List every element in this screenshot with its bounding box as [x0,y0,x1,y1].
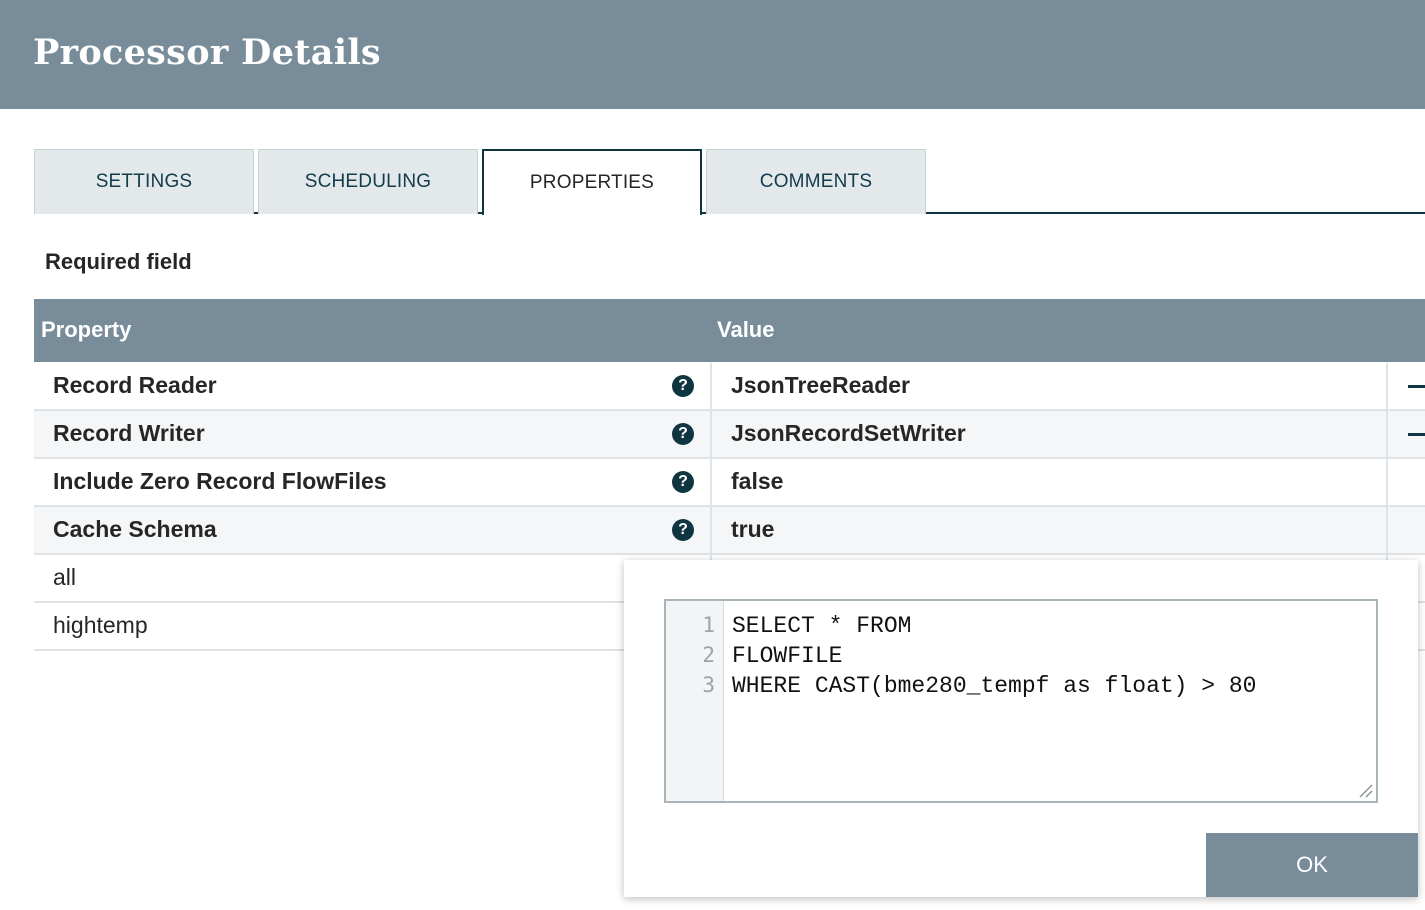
table-row[interactable]: Include Zero Record FlowFiles ? false [34,459,1425,507]
property-name: Include Zero Record FlowFiles [53,468,387,494]
property-value[interactable]: false [731,468,783,495]
properties-table-header: Property Value [34,299,1425,362]
line-number-gutter: 1 2 3 [666,601,724,801]
line-number: 1 [702,613,715,637]
column-divider [710,507,712,553]
table-row[interactable]: Cache Schema ? true [34,507,1425,555]
tab-comments[interactable]: COMMENTS [706,149,926,214]
column-divider [1386,363,1388,409]
dialog-header: Processor Details [0,0,1425,109]
sql-code-editor[interactable]: 1 2 3 SELECT * FROM FLOWFILE WHERE CAST(… [664,599,1378,803]
property-value[interactable]: JsonRecordSetWriter [731,420,966,447]
tab-properties[interactable]: PROPERTIES [482,149,702,215]
property-name: all [53,564,77,590]
question-circle-icon[interactable]: ? [672,471,694,493]
table-row[interactable]: Record Reader ? JsonTreeReader [34,363,1425,411]
property-name: Record Writer [53,420,205,446]
required-field-legend: Required field [45,249,192,274]
code-line[interactable]: SELECT * FROM [732,613,911,639]
property-name: hightemp [53,612,148,638]
value-column-header[interactable]: Value [717,317,774,343]
tab-settings[interactable]: SETTINGS [34,149,254,214]
question-circle-icon[interactable]: ? [672,375,694,397]
dialog-title: Processor Details [33,32,381,73]
property-name: Cache Schema [53,516,217,542]
property-value[interactable]: JsonTreeReader [731,372,910,399]
column-divider [1386,411,1388,457]
tab-scheduling[interactable]: SCHEDULING [258,149,478,214]
column-divider [1386,507,1388,553]
column-divider [1386,459,1388,505]
column-divider [710,363,712,409]
column-divider [710,411,712,457]
code-line[interactable]: WHERE CAST(bme280_tempf as float) > 80 [732,673,1257,699]
question-circle-icon[interactable]: ? [672,519,694,541]
value-editor-popup: 1 2 3 SELECT * FROM FLOWFILE WHERE CAST(… [624,560,1418,897]
resize-handle-icon[interactable] [1357,782,1373,798]
arrow-right-icon[interactable] [1408,433,1425,436]
ok-button[interactable]: OK [1206,833,1418,897]
line-number: 2 [702,643,715,667]
code-line[interactable]: FLOWFILE [732,643,842,669]
property-value[interactable]: true [731,516,774,543]
property-name: Record Reader [53,372,217,398]
property-column-header[interactable]: Property [41,317,131,343]
line-number: 3 [702,673,715,697]
table-row[interactable]: Record Writer ? JsonRecordSetWriter [34,411,1425,459]
column-divider [710,459,712,505]
question-circle-icon[interactable]: ? [672,423,694,445]
arrow-right-icon[interactable] [1408,385,1425,388]
